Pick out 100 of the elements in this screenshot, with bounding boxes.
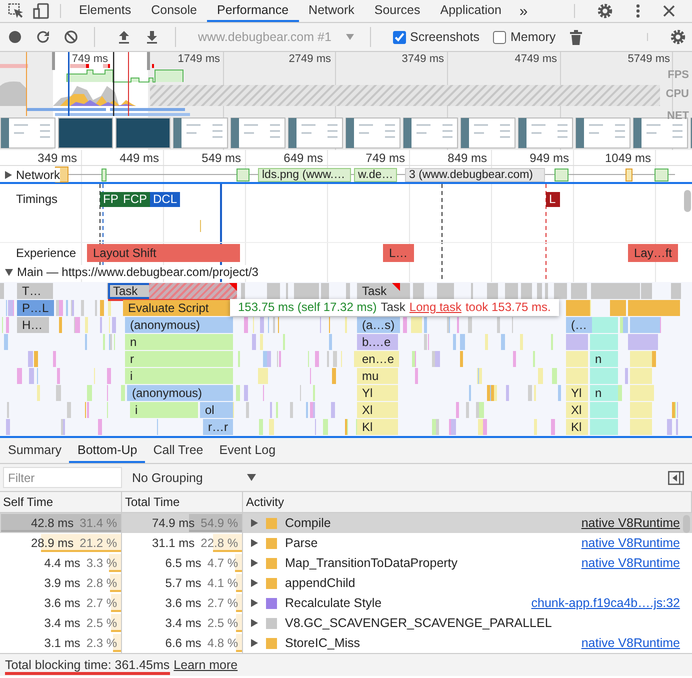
details-tab[interactable]: Summary: [0, 438, 70, 463]
screenshot-thumbnail[interactable]: [230, 118, 286, 148]
upload-icon[interactable]: [117, 30, 131, 44]
layout-shift[interactable]: Layout Shift: [87, 244, 240, 262]
flame-entry[interactable]: Xl: [357, 402, 398, 418]
flame-entry[interactable]: r: [125, 351, 233, 367]
flame-entry[interactable]: (anonymous): [125, 317, 233, 333]
flame-entry[interactable]: b.…e: [357, 334, 398, 350]
table-row[interactable]: 3.6 ms 2.7 % 3.6 ms 2.7 % Recalculate Style chunk-app.f19ca4b….js:32: [0, 593, 692, 613]
panel-tab[interactable]: Sources: [364, 0, 430, 22]
panel-tab[interactable]: Elements: [69, 0, 142, 22]
record-icon[interactable]: [8, 30, 22, 44]
screenshot-thumbnail[interactable]: [403, 118, 458, 148]
panel-tab[interactable]: Application: [430, 0, 512, 22]
more-options-icon[interactable]: [636, 3, 640, 19]
column-header[interactable]: Total Time: [125, 495, 180, 509]
flame-entry[interactable]: Kl: [357, 419, 398, 435]
source-link[interactable]: native V8Runtime: [581, 516, 680, 530]
timing-marker[interactable]: FCP: [120, 192, 150, 207]
trash-icon[interactable]: [570, 30, 582, 44]
source-link[interactable]: native V8Runtime: [581, 556, 680, 570]
screenshot-thumbnail[interactable]: [0, 118, 56, 148]
flame-entry[interactable]: mu: [357, 368, 398, 384]
more-tabs-button[interactable]: »: [511, 0, 536, 22]
details-tab[interactable]: Call Tree: [145, 438, 212, 463]
screenshot-thumbnail[interactable]: [576, 118, 630, 148]
timing-marker[interactable]: FP: [100, 192, 122, 207]
flame-entry[interactable]: (a…s): [357, 317, 400, 333]
column-header[interactable]: Self Time: [3, 495, 54, 509]
flame-entry[interactable]: Yl: [357, 385, 398, 401]
scrollbar[interactable]: [683, 515, 690, 533]
expand-arrow[interactable]: [251, 559, 258, 567]
table-row[interactable]: 3.9 ms 2.8 % 5.7 ms 4.1 % appendChild: [0, 573, 692, 593]
checkbox[interactable]: [393, 30, 406, 44]
filter-field[interactable]: Filter: [3, 467, 122, 488]
sidebar-toggle-icon[interactable]: [668, 470, 684, 484]
settings-icon[interactable]: [597, 3, 613, 19]
grouping-dropdown[interactable]: No Grouping: [126, 467, 262, 488]
flame-entry[interactable]: Evaluate Script: [123, 300, 230, 316]
screenshot-thumbnail[interactable]: [460, 118, 516, 148]
table-row[interactable]: 42.8 ms 31.4 % 74.9 ms 54.9 % Compile native V8Runtime: [0, 513, 692, 533]
expand-arrow[interactable]: [251, 579, 258, 587]
table-row[interactable]: 28.9 ms 21.2 % 31.1 ms 22.8 % Parse native V8Runtime: [0, 533, 692, 553]
flame-entry[interactable]: Task: [357, 283, 400, 299]
tooltip-duration: 153.75 ms (self 17.32 ms): [238, 299, 377, 316]
reload-icon[interactable]: [36, 30, 50, 44]
panel-tab[interactable]: Console: [141, 0, 207, 22]
expand-arrow[interactable]: [251, 619, 258, 627]
network-request[interactable]: lds.png (www.…: [258, 168, 351, 182]
flame-entry[interactable]: Task: [108, 283, 237, 299]
screenshot-thumbnail[interactable]: [288, 118, 343, 148]
flame-entry[interactable]: i: [125, 368, 233, 384]
flame-entry[interactable]: (…: [566, 317, 592, 333]
source-link[interactable]: native V8Runtime: [581, 636, 680, 650]
checkbox-label[interactable]: Memory: [510, 30, 556, 44]
flame-entry[interactable]: i: [130, 402, 198, 418]
expand-arrow[interactable]: [251, 599, 258, 607]
inspect-icon[interactable]: [8, 3, 24, 19]
screenshot-thumbnail[interactable]: [173, 118, 228, 148]
source-link[interactable]: native V8Runtime: [581, 536, 680, 550]
flame-entry[interactable]: ol: [200, 402, 233, 418]
panel-tab[interactable]: Network: [298, 0, 364, 22]
flame-entry[interactable]: P…L: [17, 300, 54, 316]
timing-marker[interactable]: L: [546, 192, 560, 207]
settings-icon[interactable]: [670, 29, 686, 45]
long-task-link[interactable]: Long task: [409, 299, 462, 316]
expand-arrow[interactable]: [251, 539, 258, 547]
learn-more-link[interactable]: Learn more: [174, 658, 238, 672]
layout-shift[interactable]: Lay…ft: [628, 244, 678, 262]
scrollbar[interactable]: [684, 190, 691, 212]
device-icon[interactable]: [33, 3, 49, 19]
column-header[interactable]: Activity: [246, 495, 284, 509]
network-request[interactable]: w.de…: [354, 168, 398, 182]
flame-entry[interactable]: (anonymous): [127, 385, 233, 401]
timing-marker[interactable]: DCL: [150, 192, 180, 207]
details-tab[interactable]: Event Log: [211, 438, 284, 463]
checkbox-label[interactable]: Screenshots: [410, 30, 480, 44]
source-link[interactable]: chunk-app.f19ca4b….js:32: [531, 596, 680, 610]
expand-arrow[interactable]: [251, 519, 258, 527]
flame-entry[interactable]: H…: [17, 317, 49, 333]
close-icon[interactable]: [663, 5, 675, 17]
table-row[interactable]: 3.4 ms 2.5 % 3.4 ms 2.5 % V8.GC_SCAVENGER_SCAVENGE_PARALLEL: [0, 613, 692, 633]
selection-handle[interactable]: [52, 52, 55, 70]
screenshot-thumbnail[interactable]: [116, 118, 170, 148]
screenshot-thumbnail[interactable]: [518, 118, 573, 148]
expand-arrow[interactable]: [5, 171, 12, 179]
flame-entry[interactable]: n: [125, 334, 233, 350]
flame-entry[interactable]: r…r: [203, 419, 233, 435]
download-icon[interactable]: [145, 30, 159, 44]
screenshot-thumbnail[interactable]: [633, 118, 688, 148]
screenshot-thumbnail[interactable]: [346, 118, 400, 148]
time-tick: 3749 ms: [402, 53, 444, 65]
flame-entry[interactable]: en…e: [357, 351, 400, 367]
self-time: 3.6 ms: [44, 596, 80, 610]
checkbox[interactable]: [493, 30, 506, 44]
layout-shift[interactable]: L…: [383, 244, 414, 262]
selection-handle[interactable]: [147, 52, 150, 70]
clear-icon[interactable]: [64, 30, 78, 44]
table-row[interactable]: 4.4 ms 3.3 % 6.5 ms 4.7 % Map_TransitionToDataProperty native V8Runtime: [0, 553, 692, 573]
screenshot-thumbnail[interactable]: [58, 118, 113, 148]
